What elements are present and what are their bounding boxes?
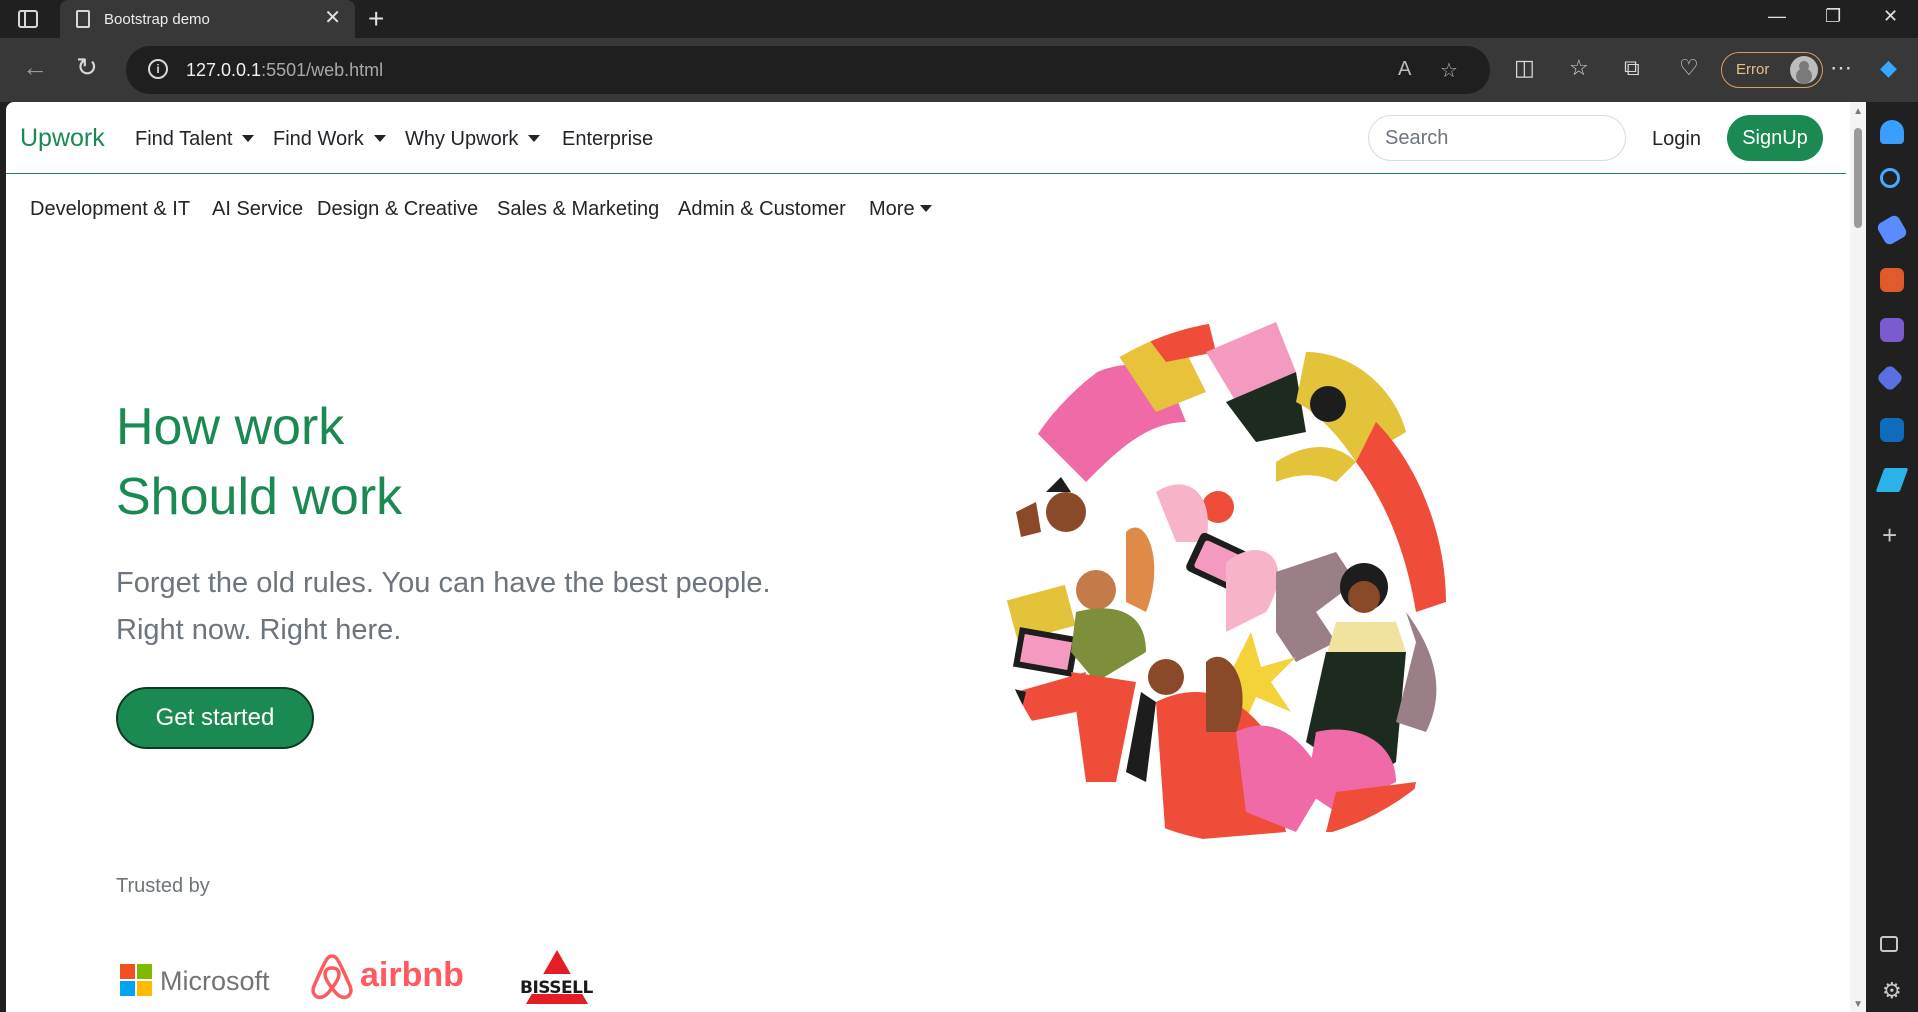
nav-why-upwork[interactable]: Why Upwork — [405, 128, 541, 151]
copilot-icon[interactable]: ◆ — [1880, 55, 1897, 81]
browser-sidebar: + ⚙ — [1866, 102, 1918, 1012]
shopping-icon[interactable] — [1875, 213, 1909, 247]
url-text[interactable]: 127.0.0.1:5501/web.html — [186, 60, 383, 81]
page-icon — [76, 10, 90, 28]
hero-title: How work Should work — [116, 398, 403, 526]
health-icon[interactable]: ♡ — [1679, 55, 1699, 81]
new-tab-icon[interactable]: + — [368, 4, 384, 34]
get-started-button[interactable]: Get started — [116, 687, 314, 749]
trusted-by-label: Trusted by — [116, 875, 210, 897]
category-admin-customer[interactable]: Admin & Customer — [678, 198, 846, 221]
tab-actions-icon[interactable] — [18, 10, 38, 28]
tab-title: Bootstrap demo — [104, 11, 210, 28]
read-aloud-icon[interactable]: A — [1398, 58, 1411, 81]
nav-find-work[interactable]: Find Work — [273, 128, 386, 151]
bissell-logo: BISSELL — [518, 948, 596, 1011]
avatar — [1790, 56, 1818, 84]
refresh-icon[interactable]: ↻ — [76, 52, 98, 82]
address-bar[interactable]: i 127.0.0.1:5501/web.html A ☆ — [126, 46, 1490, 94]
microsoft-365-icon[interactable] — [1875, 363, 1905, 393]
scroll-up-icon[interactable]: ▲ — [1853, 106, 1863, 117]
profile-status: Error — [1736, 61, 1770, 78]
browser-titlebar: Bootstrap demo ✕ + — ❐ ✕ — [0, 0, 1918, 38]
page-scrollbar[interactable]: ▲ ▼ — [1850, 102, 1866, 1012]
browser-tab[interactable]: Bootstrap demo ✕ — [60, 0, 355, 38]
hero-illustration — [992, 320, 1516, 844]
signup-button[interactable]: SignUp — [1727, 115, 1823, 161]
settings-gear-icon[interactable]: ⚙ — [1882, 978, 1902, 1004]
microsoft-grid-icon — [120, 964, 152, 996]
close-tab-icon[interactable]: ✕ — [324, 7, 341, 29]
chevron-down-icon — [242, 135, 255, 142]
back-icon[interactable]: ← — [22, 52, 48, 82]
search-icon[interactable] — [1880, 168, 1900, 188]
chevron-down-icon — [919, 205, 932, 212]
category-design-creative[interactable]: Design & Creative — [317, 198, 478, 221]
search-input[interactable] — [1368, 115, 1626, 161]
games-icon[interactable] — [1880, 318, 1904, 342]
chevron-down-icon — [373, 135, 386, 142]
close-window-icon[interactable]: ✕ — [1883, 6, 1898, 27]
category-development-it[interactable]: Development & IT — [30, 198, 190, 221]
hero-subtitle: Forget the old rules. You can have the b… — [116, 567, 771, 646]
add-sidebar-app-icon[interactable]: + — [1882, 522, 1897, 548]
site-info-icon[interactable]: i — [148, 59, 168, 79]
browser-toolbar: ← ↻ i 127.0.0.1:5501/web.html A ☆ ◫ ☆ ⧉ … — [0, 38, 1918, 102]
category-ai-service[interactable]: AI Service — [212, 198, 303, 221]
profile-button[interactable]: Error — [1721, 52, 1823, 88]
airbnb-belo-icon — [311, 954, 353, 1000]
category-sales-marketing[interactable]: Sales & Marketing — [497, 198, 659, 221]
chevron-down-icon — [528, 135, 541, 142]
notifications-icon[interactable] — [1880, 120, 1904, 144]
outlook-icon[interactable] — [1880, 418, 1904, 442]
airbnb-logo: airbnb — [308, 952, 464, 1007]
brand-logo[interactable]: Upwork — [20, 124, 105, 153]
favorite-star-icon[interactable]: ☆ — [1440, 58, 1458, 83]
scroll-down-icon[interactable]: ▼ — [1853, 999, 1863, 1010]
nav-enterprise[interactable]: Enterprise — [562, 128, 653, 151]
site-navbar: Upwork Find Talent Find Work Why Upwork … — [6, 102, 1846, 174]
login-link[interactable]: Login — [1652, 128, 1701, 151]
category-more[interactable]: More — [869, 198, 932, 221]
split-screen-icon[interactable]: ◫ — [1514, 55, 1535, 81]
minimize-icon[interactable]: — — [1768, 6, 1786, 27]
send-icon[interactable] — [1875, 468, 1909, 492]
page-viewport: Upwork Find Talent Find Work Why Upwork … — [6, 102, 1866, 1012]
collections-icon[interactable]: ⧉ — [1624, 55, 1640, 81]
hide-sidebar-icon[interactable] — [1880, 936, 1898, 952]
nav-find-talent[interactable]: Find Talent — [135, 128, 255, 151]
scroll-thumb[interactable] — [1854, 128, 1862, 228]
favorites-icon[interactable]: ☆ — [1569, 55, 1589, 81]
restore-icon[interactable]: ❐ — [1825, 6, 1841, 27]
tools-icon[interactable] — [1880, 268, 1904, 292]
more-menu-icon[interactable]: ⋯ — [1830, 55, 1852, 81]
